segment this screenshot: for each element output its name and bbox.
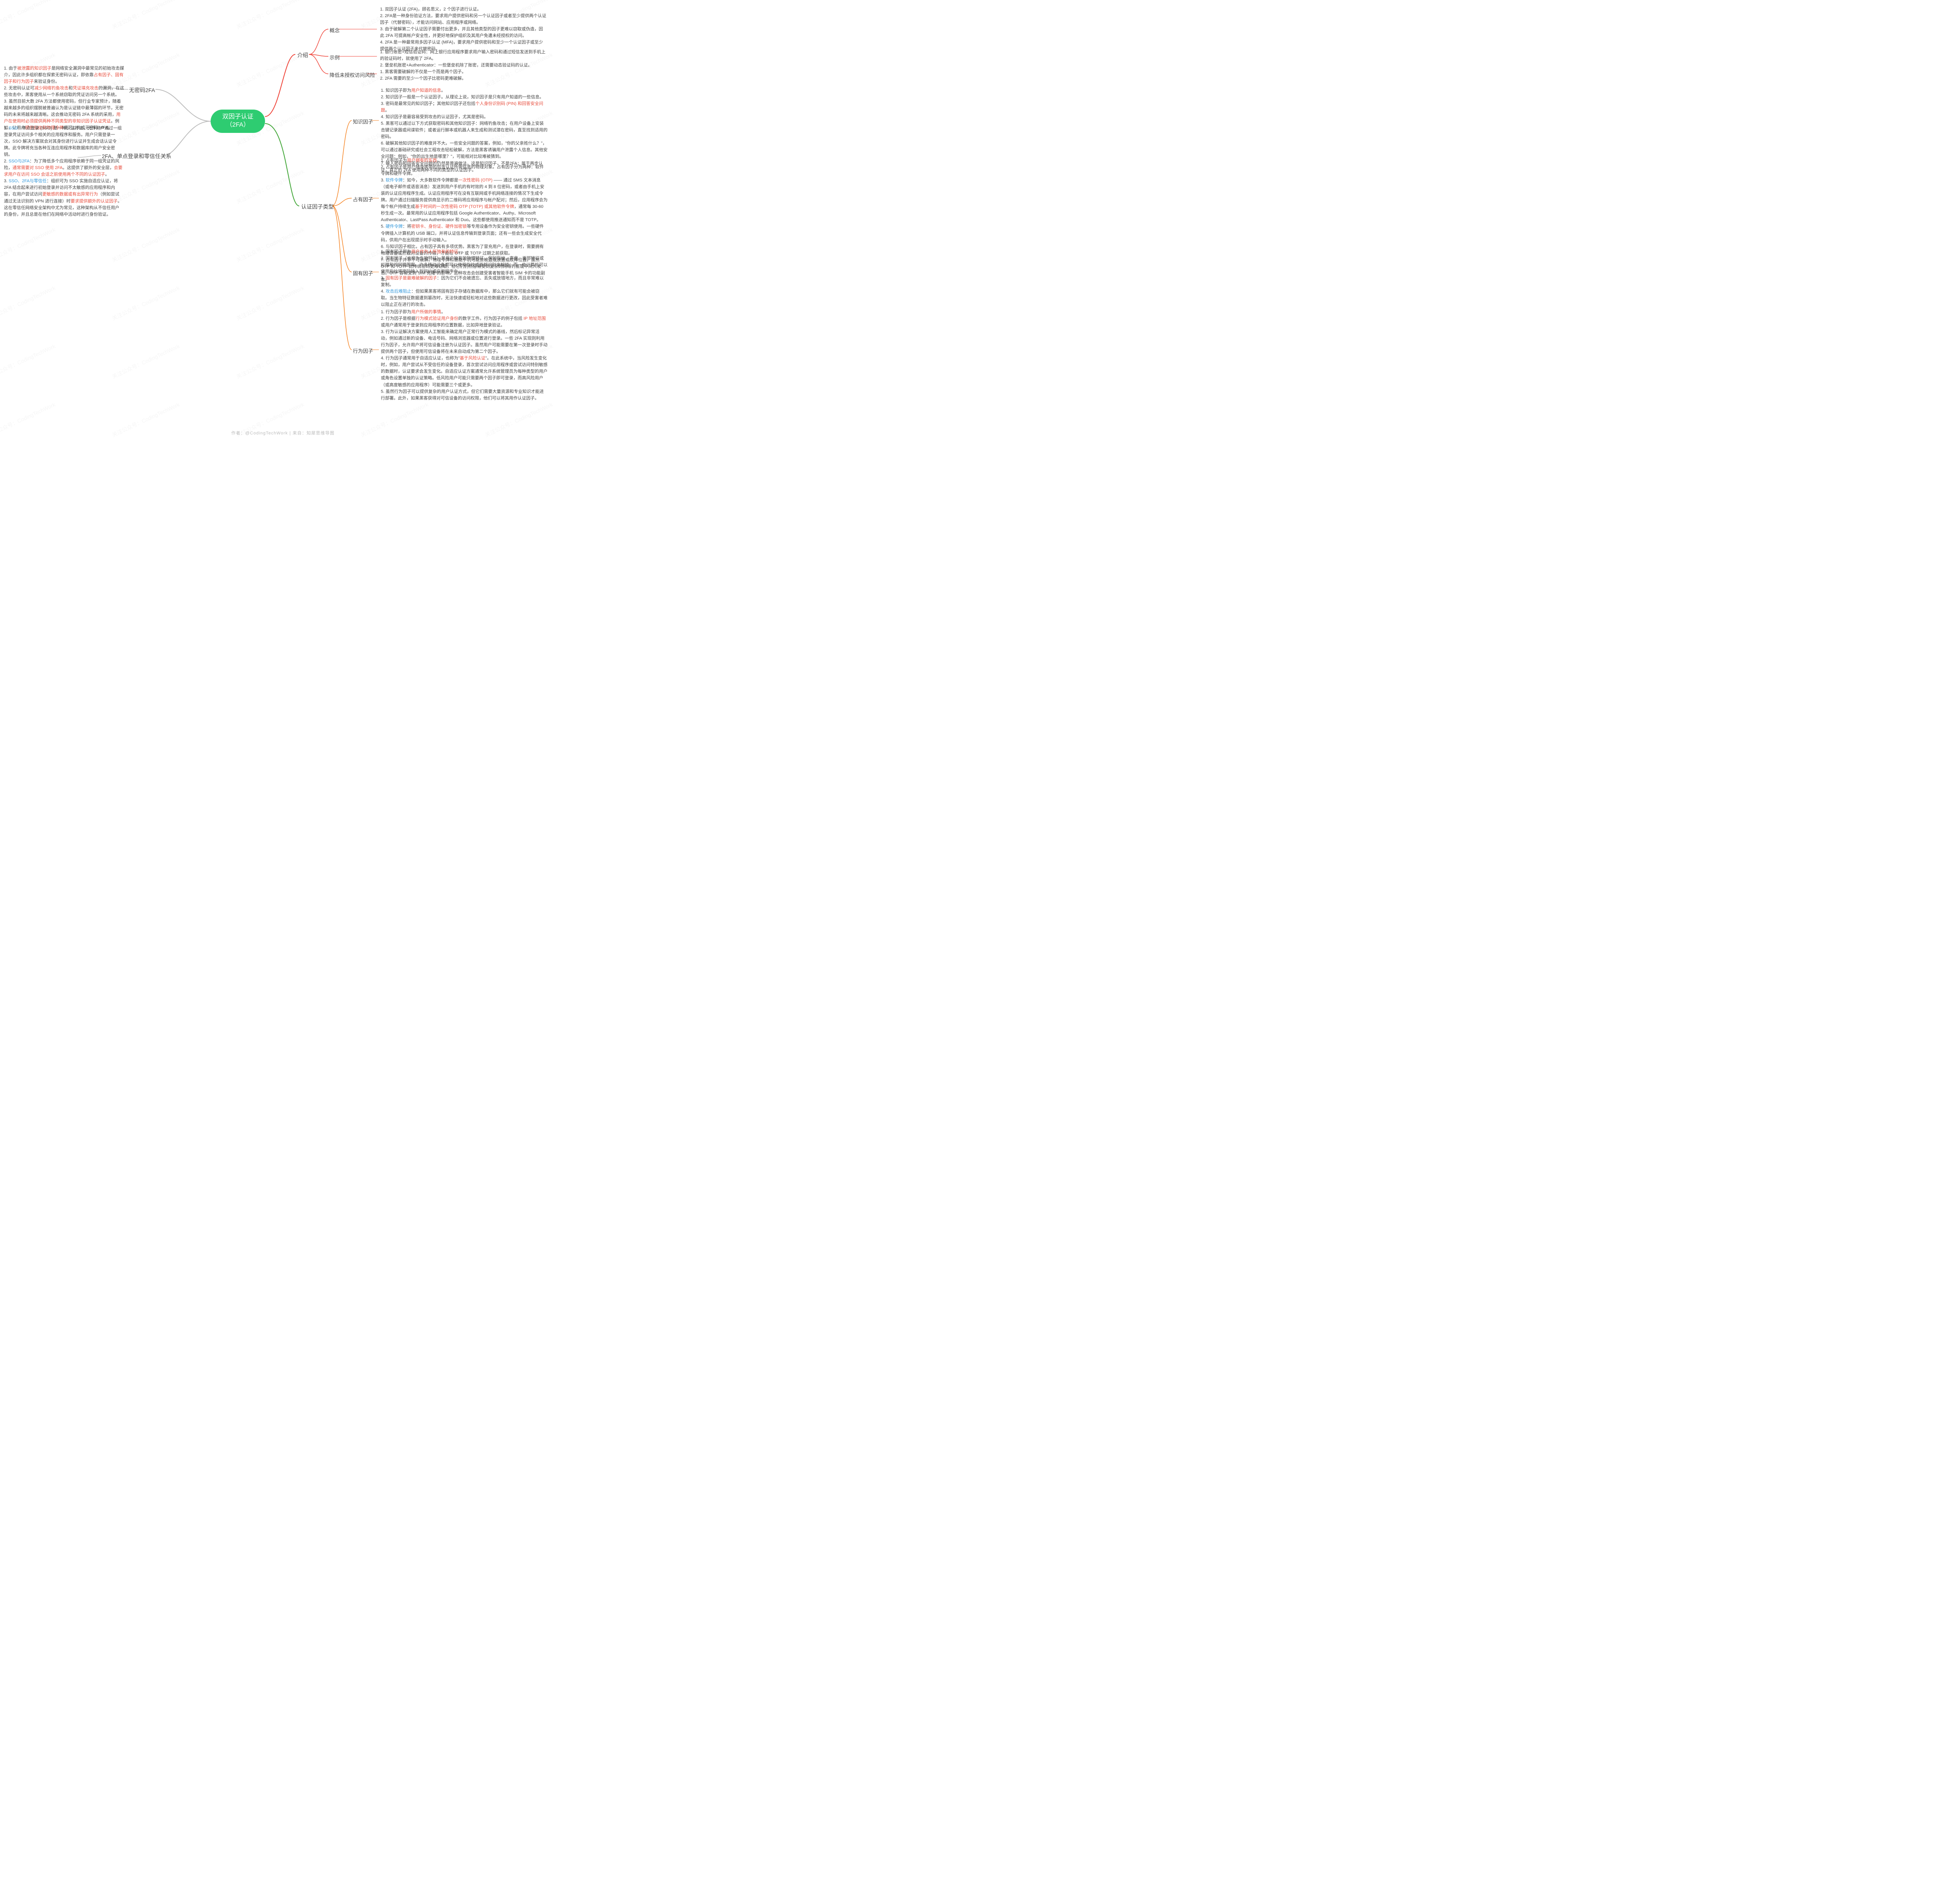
footer-credit: 作者：@CodingTechWork | 来自：知犀思维导图	[0, 430, 566, 436]
branch-concept[interactable]: 概念	[330, 26, 340, 34]
branch-behavior[interactable]: 行为因子	[353, 347, 373, 354]
leaf-example: 1. 银行账密+短信验证码：网上银行应用程序要求用户输入密码和通过短信发送到手机…	[380, 49, 547, 69]
branch-possession[interactable]: 占有因子	[353, 195, 373, 203]
root-line1: 双因子认证	[222, 113, 253, 121]
branch-knowledge[interactable]: 知识因子	[353, 118, 373, 125]
branch-inherent[interactable]: 固有因子	[353, 269, 373, 277]
branch-intro[interactable]: 介绍	[297, 51, 308, 59]
branch-risk[interactable]: 降低未授权访问风险	[330, 71, 375, 78]
leaf-behavior: 1. 行为因子即为用户所做的事情。2. 行为因子是根据行为模式验证用户身份的数字…	[381, 309, 548, 402]
branch-passwordless[interactable]: 无密码2FA	[129, 86, 155, 94]
root-line2: （2FA）	[226, 121, 249, 129]
leaf-risk: 1. 黑客需要破解的不仅是一个而是两个因子。 2. 2FA 需要的至少一个因子比…	[380, 69, 547, 82]
leaf-concept: 1. 双因子认证 (2FA)，顾名思义，2 个因子进行认证。 2. 2FA是一种…	[380, 6, 547, 52]
leaf-passwordless: 1. 由于被泄露的知识因子是网络安全漏洞中最常见的初始攻击媒介，因此许多组织都在…	[4, 65, 124, 131]
root-node[interactable]: 双因子认证 （2FA）	[211, 110, 265, 133]
mindmap-canvas: (function(){ var wm=document.currentScri…	[0, 0, 566, 439]
branch-factor-types[interactable]: 认证因子类型	[301, 203, 334, 211]
leaf-sso: 1. SSO：单点登录 (SSO) 是一种认证方法，允许用户通过一组登录凭证访问…	[4, 125, 122, 218]
leaf-inherent: 1. 固有因子即为用户作为人所独有的特征。2. 固有因子（也称为生物特征）是用户…	[381, 249, 548, 308]
branch-example[interactable]: 示例	[330, 54, 340, 61]
